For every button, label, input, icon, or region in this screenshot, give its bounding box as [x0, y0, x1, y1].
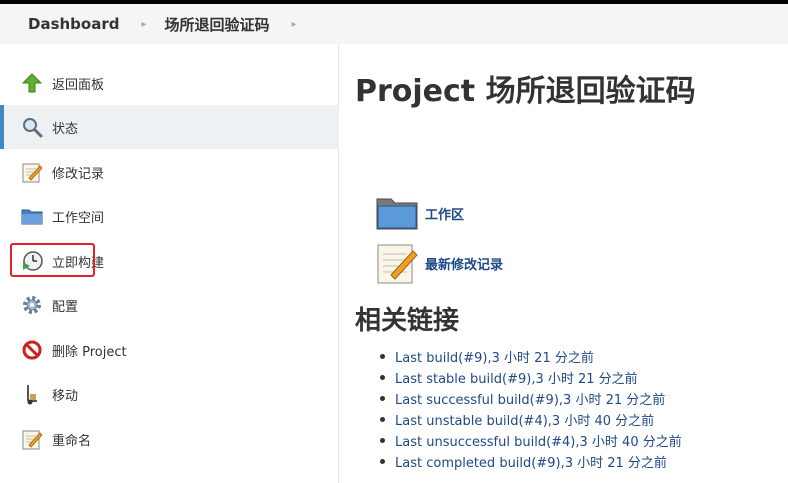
chevron-right-icon[interactable]: ▸: [141, 19, 146, 30]
search-icon: [20, 115, 44, 139]
last-unsuccessful-build-link[interactable]: Last unsuccessful build(#4): [395, 435, 575, 450]
hand-truck-icon: [20, 382, 44, 406]
last-stable-build-link[interactable]: Last stable build(#9): [395, 372, 531, 387]
list-item: Last unsuccessful build(#4),3 小时 40 分之前: [380, 431, 682, 452]
list-item: Last stable build(#9),3 小时 21 分之前: [380, 368, 682, 389]
sidebar-item-configure[interactable]: 配置: [0, 283, 339, 327]
main-content: Project 场所退回验证码 工作区 最新修改记录 相关链接 Last bui…: [340, 44, 788, 483]
sidebar-item-label: 工作空间: [52, 210, 105, 226]
page-title: Project 场所退回验证码: [355, 74, 696, 109]
sidebar-item-rename[interactable]: 重命名: [0, 417, 339, 461]
list-item: Last build(#9),3 小时 21 分之前: [380, 347, 682, 368]
sidebar-item-back-to-dashboard[interactable]: 返回面板: [0, 61, 339, 105]
workspace-link[interactable]: 工作区: [425, 204, 464, 223]
sidebar-item-changes[interactable]: 修改记录: [0, 150, 339, 194]
related-links-list: Last build(#9),3 小时 21 分之前 Last stable b…: [380, 347, 682, 473]
notepad-icon: [20, 427, 44, 451]
changes-link[interactable]: 最新修改记录: [425, 254, 503, 273]
build-time: ,3 小时 40 分之前: [575, 435, 682, 450]
breadcrumb-dashboard[interactable]: Dashboard: [28, 15, 119, 33]
folder-icon: [20, 204, 44, 228]
up-arrow-icon: [20, 71, 44, 95]
breadcrumb-project[interactable]: 场所退回验证码: [165, 14, 270, 35]
sidebar-item-label: 状态: [52, 121, 79, 137]
list-item: Last unstable build(#4),3 小时 40 分之前: [380, 410, 682, 431]
related-links-title: 相关链接: [355, 306, 460, 336]
changes-link-row[interactable]: 最新修改记录: [375, 241, 503, 285]
notepad-icon: [20, 160, 44, 184]
no-entry-icon: [20, 338, 44, 362]
sidebar-item-label: 删除 Project: [52, 344, 127, 360]
last-unstable-build-link[interactable]: Last unstable build(#4): [395, 414, 548, 429]
sidebar-item-status[interactable]: 状态: [0, 105, 339, 149]
build-time: ,3 小时 40 分之前: [547, 414, 655, 429]
folder-icon: [375, 191, 419, 235]
last-completed-build-link[interactable]: Last completed build(#9): [395, 456, 561, 471]
sidebar-item-label: 重命名: [52, 433, 92, 449]
workspace-link-row[interactable]: 工作区: [375, 191, 464, 235]
gear-icon: [20, 293, 44, 317]
sidebar-item-delete-project[interactable]: 删除 Project: [0, 328, 339, 372]
build-time: ,3 小时 21 分之前: [487, 351, 594, 366]
sidebar-item-label: 返回面板: [52, 77, 105, 93]
build-time: ,3 小时 21 分之前: [531, 372, 638, 387]
last-successful-build-link[interactable]: Last successful build(#9): [395, 393, 559, 408]
list-item: Last completed build(#9),3 小时 21 分之前: [380, 452, 682, 473]
notepad-icon: [375, 241, 419, 285]
build-time: ,3 小时 21 分之前: [560, 456, 667, 471]
configure-highlight-box: [10, 243, 95, 277]
sidebar-item-label: 移动: [52, 388, 79, 404]
list-item: Last successful build(#9),3 小时 21 分之前: [380, 389, 682, 410]
chevron-right-icon[interactable]: ▸: [292, 19, 297, 30]
sidebar-item-label: 修改记录: [52, 166, 105, 182]
sidebar-item-workspace[interactable]: 工作空间: [0, 194, 339, 238]
build-time: ,3 小时 21 分之前: [558, 393, 666, 408]
breadcrumb: Dashboard ▸ 场所退回验证码 ▸: [0, 4, 788, 44]
sidebar-item-label: 配置: [52, 299, 79, 315]
last-build-link[interactable]: Last build(#9): [395, 351, 488, 366]
sidebar-item-move[interactable]: 移动: [0, 372, 339, 416]
